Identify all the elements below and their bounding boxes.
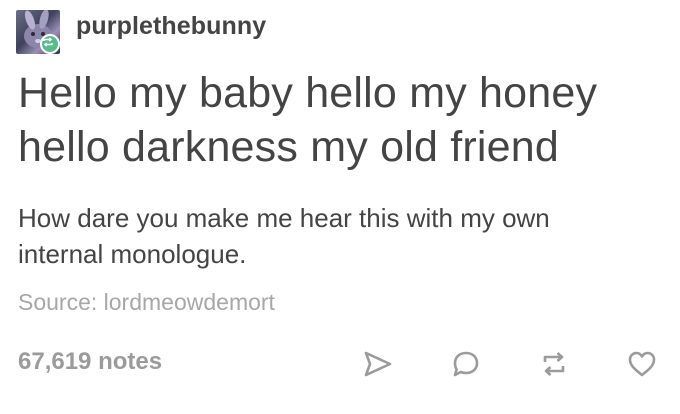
post-title-line: hello darkness my old friend [18,123,559,171]
post-title: Hello my baby hello my honey hello darkn… [18,66,668,174]
post-footer: 67,619 notes [18,344,662,384]
post-actions [358,344,662,384]
share-icon [364,351,392,377]
avatar[interactable] [16,10,60,54]
share-button[interactable] [358,344,398,384]
reply-button[interactable] [446,344,486,384]
reblog-icon [543,352,565,376]
notes-count[interactable]: 67,619 notes [18,348,162,376]
post-header: purplethebunny [16,10,266,54]
username[interactable]: purplethebunny [76,12,266,41]
post-source: Source: lordmeowdemort [18,289,275,316]
post-body: How dare you make me hear this with my o… [18,200,668,272]
post-card: purplethebunny Hello my baby hello my ho… [0,0,680,414]
heart-icon [628,351,656,377]
post-body-line: How dare you make me hear this with my o… [18,203,550,233]
post-body-line: internal monologue. [18,239,247,269]
source-link[interactable]: lordmeowdemort [104,289,275,315]
reblog-button[interactable] [534,344,574,384]
reply-icon [453,351,479,377]
post-title-line: Hello my baby hello my honey [18,69,598,117]
like-button[interactable] [622,344,662,384]
reblog-badge-icon [40,34,60,54]
source-label: Source: [18,289,98,315]
